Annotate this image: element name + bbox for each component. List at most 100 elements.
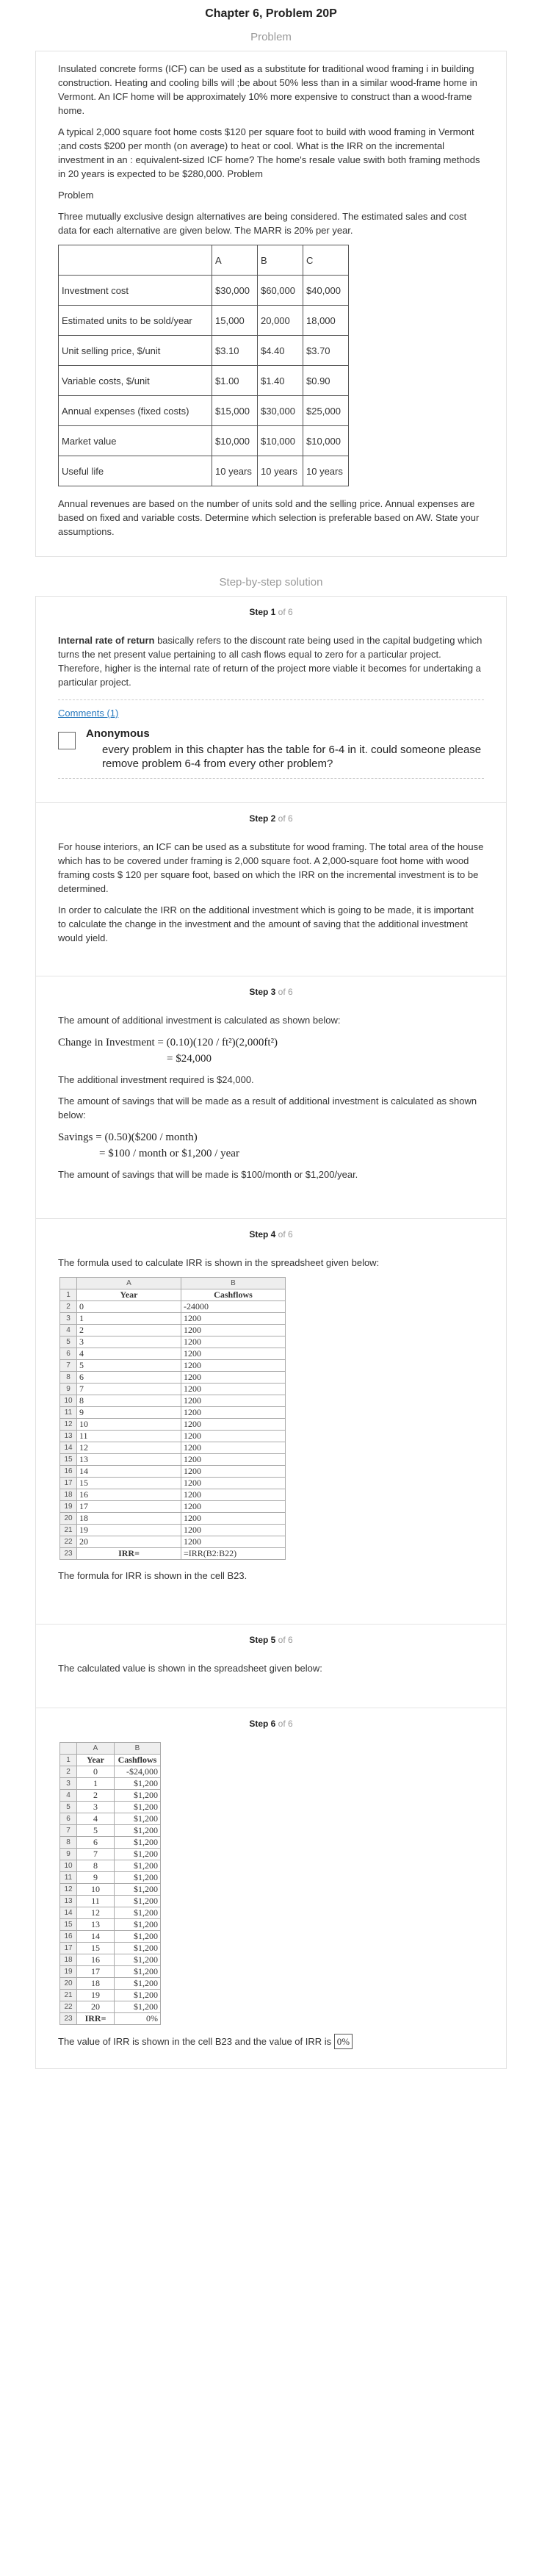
spreadsheet-row-number: 1 xyxy=(59,1289,77,1301)
spreadsheet-row: 8 6 $1,200 xyxy=(59,1836,161,1849)
table-cell: 20,000 xyxy=(257,305,303,336)
table-cell: $10,000 xyxy=(212,425,258,456)
spreadsheet-row-number: 21 xyxy=(59,1524,77,1536)
table-cell: $25,000 xyxy=(303,395,349,426)
spreadsheet-row: 10 8 1200 xyxy=(59,1395,286,1407)
spreadsheet-cell-year: 4 xyxy=(76,1813,115,1825)
spreadsheet-cell-year: 1 xyxy=(76,1312,181,1325)
spreadsheet-cell-year: 20 xyxy=(76,2001,115,2013)
spreadsheet-row-number: 17 xyxy=(59,1942,77,1954)
spreadsheet-row-number: 21 xyxy=(59,1989,77,2001)
spreadsheet-cell-year: 16 xyxy=(76,1489,181,1501)
spreadsheet-corner xyxy=(59,1277,77,1289)
table-header-row: A B C xyxy=(58,245,349,276)
spreadsheet-row-number: 5 xyxy=(59,1801,77,1813)
spreadsheet-row: 1 Year Cashflows xyxy=(59,1754,161,1766)
spreadsheet-cell-year: 9 xyxy=(76,1406,181,1419)
step-paragraph: The amount of additional investment is c… xyxy=(58,1015,341,1026)
step-2: Step 2 of 6 For house interiors, an ICF … xyxy=(36,802,506,964)
comment-checkbox[interactable] xyxy=(58,732,76,749)
spreadsheet-cell-cashflow: 1200 xyxy=(181,1536,286,1548)
spreadsheet-row: 18 16 $1,200 xyxy=(59,1954,161,1966)
table-cell: Estimated units to be sold/year xyxy=(58,305,212,336)
spreadsheet-cell-cashflow: $1,200 xyxy=(114,1942,161,1954)
spreadsheet-cell-cashflow: 1200 xyxy=(181,1359,286,1372)
spreadsheet-cell-cashflow: 1200 xyxy=(181,1477,286,1489)
spreadsheet-cell-cashflow: $1,200 xyxy=(114,1789,161,1802)
spreadsheet-row-number: 22 xyxy=(59,1536,77,1548)
spreadsheet-row-number: 22 xyxy=(59,2001,77,2013)
spreadsheet-cell-cashflow: $1,200 xyxy=(114,1965,161,1978)
spreadsheet-row: 23 IRR= =IRR(B2:B22) xyxy=(59,1547,286,1560)
spreadsheet-cell-cashflow: $1,200 xyxy=(114,1801,161,1813)
spreadsheet-row-number: 13 xyxy=(59,1895,77,1907)
problem-paragraph: Annual revenues are based on the number … xyxy=(58,498,480,537)
spreadsheet-row-number: 3 xyxy=(59,1312,77,1325)
step-paragraph: In order to calculate the IRR on the add… xyxy=(58,904,474,943)
spreadsheet-corner xyxy=(59,1742,77,1755)
spreadsheet-row: 22 20 1200 xyxy=(59,1536,286,1548)
spreadsheet-row: 15 13 $1,200 xyxy=(59,1918,161,1931)
spreadsheet-cell-year: 8 xyxy=(76,1395,181,1407)
spreadsheet-row-number: 7 xyxy=(59,1824,77,1837)
spreadsheet-row-number: 9 xyxy=(59,1848,77,1860)
table-cell: $1.40 xyxy=(257,365,303,396)
spreadsheet-cell-year: 15 xyxy=(76,1477,181,1489)
table-cell: Annual expenses (fixed costs) xyxy=(58,395,212,426)
cost-table: A B C Investment cost $30,000 $60,000 $4… xyxy=(58,245,349,486)
spreadsheet-cell-cashflow: 1200 xyxy=(181,1512,286,1525)
spreadsheet-row: 5 3 $1,200 xyxy=(59,1801,161,1813)
spreadsheet-row: 7 5 $1,200 xyxy=(59,1824,161,1837)
spreadsheet-row: 6 4 1200 xyxy=(59,1348,286,1360)
page-title: Chapter 6, Problem 20P xyxy=(205,7,337,20)
spreadsheet-row: 4 2 1200 xyxy=(59,1324,286,1336)
spreadsheet-row-number: 12 xyxy=(59,1883,77,1896)
spreadsheet-cell-year: 3 xyxy=(76,1801,115,1813)
spreadsheet-row: 15 13 1200 xyxy=(59,1453,286,1466)
spreadsheet-cell-year: 13 xyxy=(76,1918,115,1931)
spreadsheet-cell-cashflow: $1,200 xyxy=(114,1813,161,1825)
spreadsheet-row: 1 Year Cashflows xyxy=(59,1289,286,1301)
spreadsheet-cell-cashflow: 1200 xyxy=(181,1430,286,1442)
solution-heading: Step-by-step solution xyxy=(219,576,323,589)
spreadsheet-row-number: 16 xyxy=(59,1930,77,1943)
table-row: Unit selling price, $/unit $3.10 $4.40 $… xyxy=(58,335,349,366)
step-paragraph: The amount of savings that will be made … xyxy=(58,1095,477,1120)
table-cell: $3.70 xyxy=(303,335,349,366)
investment-result: = $24,000 xyxy=(167,1053,212,1065)
spreadsheet-row-number: 14 xyxy=(59,1442,77,1454)
table-cell: $4.40 xyxy=(257,335,303,366)
spreadsheet-row-number: 12 xyxy=(59,1418,77,1431)
spreadsheet-cell-cashflow: -$24,000 xyxy=(114,1766,161,1778)
spreadsheet-cell-year: 18 xyxy=(76,1512,181,1525)
spreadsheet-row: 6 4 $1,200 xyxy=(59,1813,161,1825)
spreadsheet-header-cell: Cashflows xyxy=(114,1754,161,1766)
comments-link[interactable]: Comments (1) xyxy=(58,699,484,719)
spreadsheet-cell-year: 5 xyxy=(76,1359,181,1372)
table-row: Investment cost $30,000 $60,000 $40,000 xyxy=(58,275,349,306)
spreadsheet-cell-year: 17 xyxy=(76,1500,181,1513)
table-row: Market value $10,000 $10,000 $10,000 xyxy=(58,425,349,456)
spreadsheet-cell-cashflow: $1,200 xyxy=(114,1954,161,1966)
spreadsheet-cell-year: 10 xyxy=(76,1883,115,1896)
spreadsheet-row-number: 7 xyxy=(59,1359,77,1372)
table-cell: 10 years xyxy=(257,456,303,486)
table-cell: Investment cost xyxy=(58,275,212,306)
spreadsheet-column-a: A xyxy=(76,1277,181,1289)
table-row: Estimated units to be sold/year 15,000 2… xyxy=(58,305,349,336)
spreadsheet-row: 10 8 $1,200 xyxy=(59,1860,161,1872)
table-row: Useful life 10 years 10 years 10 years xyxy=(58,456,349,486)
spreadsheet-row-number: 2 xyxy=(59,1766,77,1778)
spreadsheet-cell-year: 11 xyxy=(76,1430,181,1442)
savings-formula: Savings = (0.50)($200 / month) xyxy=(58,1132,198,1143)
spreadsheet-row-number: 8 xyxy=(59,1836,77,1849)
table-header-cell xyxy=(58,245,212,276)
step-5: Step 5 of 6 The calculated value is show… xyxy=(36,1624,506,1694)
spreadsheet-cell-cashflow: 1200 xyxy=(181,1371,286,1384)
spreadsheet-cell-year: 1 xyxy=(76,1777,115,1790)
spreadsheet-row: 4 2 $1,200 xyxy=(59,1789,161,1802)
step-paragraph: The formula used to calculate IRR is sho… xyxy=(58,1257,380,1268)
step-title: Step 2 of 6 xyxy=(249,813,293,824)
spreadsheet-cell-cashflow: 1200 xyxy=(181,1383,286,1395)
spreadsheet-row: 16 14 $1,200 xyxy=(59,1930,161,1943)
